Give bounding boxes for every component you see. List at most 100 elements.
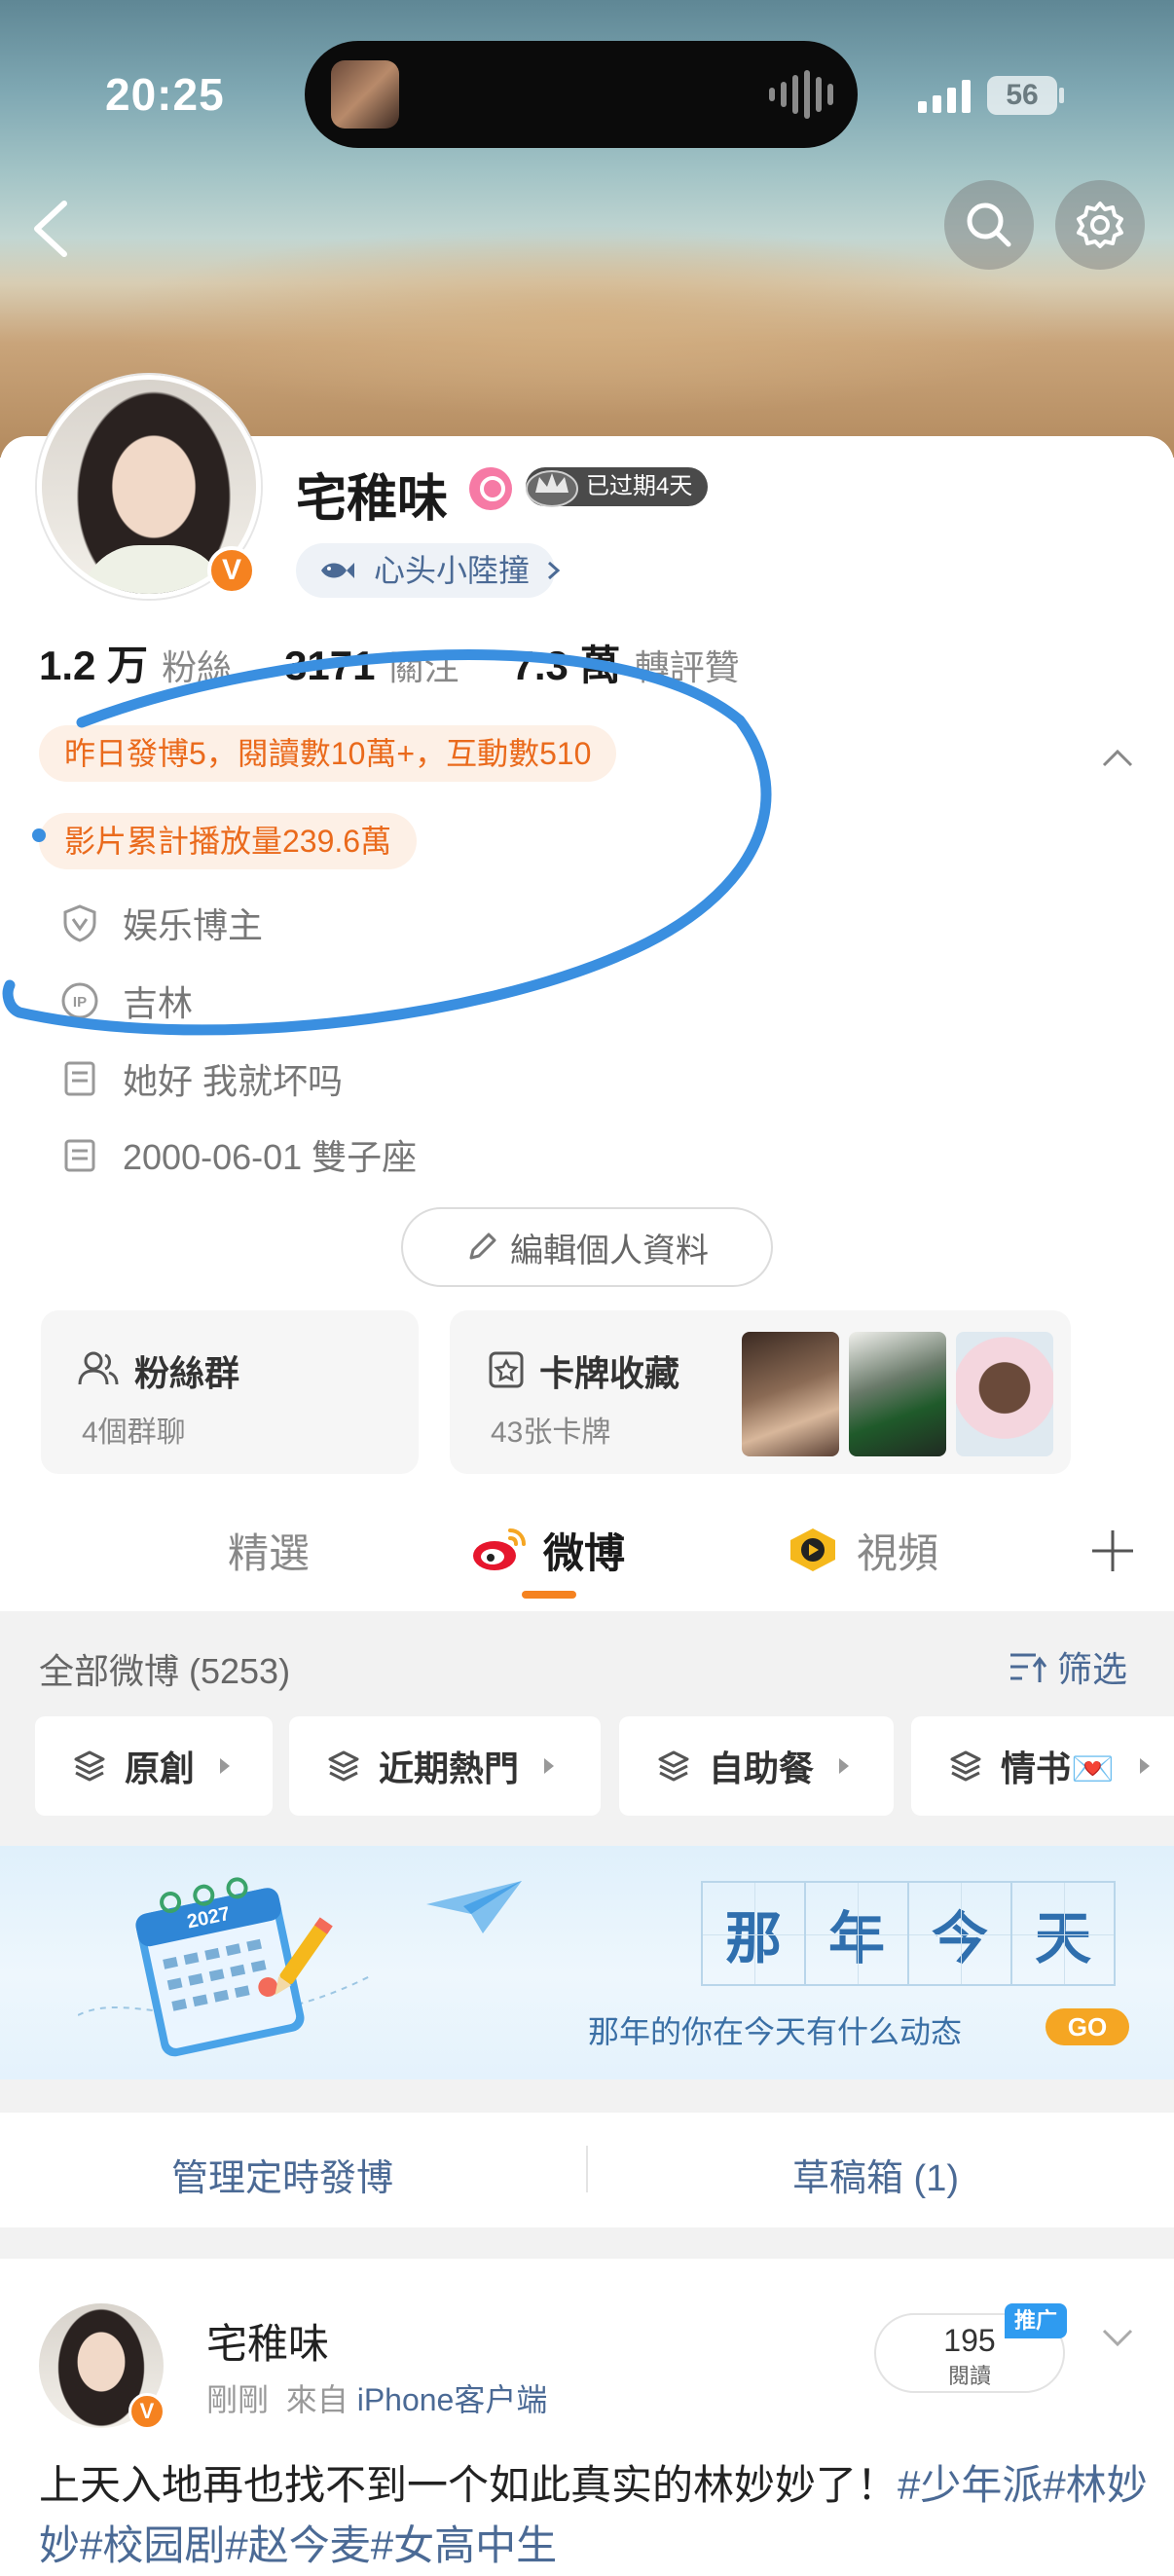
caret-right-icon	[544, 1758, 555, 1774]
post-source[interactable]: iPhone客户端	[357, 2382, 548, 2417]
fan-group-tile[interactable]: 粉絲群 4個群聊	[41, 1310, 419, 1474]
chip-original[interactable]: 原創	[35, 1716, 273, 1816]
video-plays-pill[interactable]: 影片累計播放量239.6萬	[39, 813, 418, 869]
all-posts-count: 全部微博 (5253)	[39, 1651, 291, 1691]
bio-text: 她好 我就坏吗	[123, 1061, 344, 1101]
post-author-name[interactable]: 宅稚味	[206, 2311, 329, 2371]
fish-icon	[321, 563, 354, 578]
battery-cap	[1059, 88, 1064, 103]
go-button[interactable]: GO	[1046, 2008, 1129, 2045]
caret-right-icon	[1139, 1758, 1150, 1774]
scheduled-posts-button[interactable]: 管理定時發博	[171, 2148, 393, 2201]
yesterday-stats-pill[interactable]: 昨日發博5，閱讀數10萬+，互動數510	[39, 725, 617, 782]
post-text[interactable]: 上天入地再也找不到一个如此真实的林妙妙了！#少年派#林妙妙#校园剧#赵今麦#女高…	[39, 2455, 1149, 2576]
settings-button[interactable]	[1055, 180, 1145, 270]
active-tab-indicator	[522, 1591, 576, 1599]
female-gender-icon	[469, 467, 512, 510]
title-char: 年	[804, 1881, 909, 1986]
back-button[interactable]	[21, 190, 80, 268]
post-source-prefix: 來自	[285, 2382, 349, 2417]
ip-location-row: IP 吉林	[60, 975, 193, 1026]
layers-icon	[950, 1750, 981, 1782]
calendar-illustration-icon: 2027	[78, 1877, 370, 2057]
title-char: 天	[1010, 1881, 1116, 1986]
video-channel-icon	[790, 1528, 835, 1571]
caret-right-icon	[220, 1758, 231, 1774]
battery-indicator: 56	[987, 76, 1057, 115]
filter-button[interactable]: 筛选	[1007, 1641, 1127, 1692]
fan-group-sub: 4個群聊	[82, 1417, 186, 1449]
chevron-down-icon[interactable]	[1098, 2317, 1137, 2356]
post-management-bar: 管理定時發博 草稿箱 (1)	[0, 2113, 1174, 2227]
chip-label: 情书💌	[1001, 1748, 1115, 1788]
document-icon	[64, 1061, 95, 1096]
collected-card-image[interactable]	[956, 1332, 1053, 1456]
cellular-signal-icon	[918, 78, 971, 113]
verified-badge-icon: V	[128, 2393, 165, 2430]
plus-icon[interactable]	[1088, 1527, 1137, 1575]
on-this-day-title: 那 年 今 天	[701, 1881, 1116, 1986]
chip-label: 原創	[125, 1748, 196, 1788]
edit-profile-label: 編輯個人資料	[510, 1232, 709, 1270]
profile-tabs: 精選 微博 視頻	[0, 1499, 1174, 1606]
profile-nickname: 宅稚味	[296, 471, 449, 528]
profile-stats: 1.2 万 粉絲 3171 關注 7.3 萬 轉評贊	[39, 633, 779, 692]
chevron-up-icon[interactable]	[1098, 738, 1137, 777]
paper-plane-icon	[426, 1881, 522, 1933]
pencil-icon	[469, 1233, 496, 1260]
followers-label[interactable]: 粉絲	[162, 640, 232, 690]
layers-icon	[328, 1750, 359, 1782]
chip-buffet[interactable]: 自助餐	[619, 1716, 894, 1816]
layers-icon	[658, 1750, 689, 1782]
search-icon	[967, 202, 1011, 247]
category-row: 娱乐博主	[60, 898, 263, 948]
tab-videos[interactable]: 視頻	[857, 1521, 938, 1580]
audio-wave-icon	[769, 68, 833, 121]
card-collection-title: 卡牌收藏	[539, 1353, 680, 1393]
verified-shield-icon	[63, 904, 96, 942]
promote-badge[interactable]: 推广	[1005, 2303, 1067, 2338]
chip-love-letter[interactable]: 情书💌	[911, 1716, 1174, 1816]
post-text-main: 上天入地再也找不到一个如此真实的林妙妙了！	[39, 2462, 899, 2508]
layers-icon	[74, 1750, 105, 1782]
drafts-button[interactable]: 草稿箱 (1)	[792, 2148, 959, 2201]
followers-count[interactable]: 1.2 万	[39, 633, 148, 692]
avatar-shirt	[81, 545, 227, 594]
filter-label: 筛选	[1057, 1649, 1128, 1689]
chip-label: 近期熱門	[379, 1748, 520, 1788]
chevron-left-icon	[34, 201, 67, 257]
search-button[interactable]	[944, 180, 1034, 270]
ip-icon: IP	[61, 982, 98, 1019]
post-meta: 剛剛 來自 iPhone客户端	[206, 2375, 547, 2420]
post-time: 剛剛	[206, 2382, 270, 2417]
read-count-label: 閱讀	[947, 2364, 991, 2388]
chevron-right-icon	[548, 561, 561, 580]
birthday-text: 2000-06-01 雙子座	[123, 1137, 418, 1177]
ip-location-text: 吉林	[123, 983, 194, 1023]
following-label[interactable]: 關注	[389, 640, 459, 690]
gear-icon	[1077, 202, 1123, 248]
svg-text:IP: IP	[73, 994, 87, 1011]
engagement-label[interactable]: 轉評贊	[635, 640, 740, 690]
following-count[interactable]: 3171	[284, 643, 375, 689]
now-playing-thumbnail[interactable]	[331, 60, 399, 129]
collected-card-image[interactable]	[849, 1332, 946, 1456]
calendar-icon	[64, 1139, 95, 1172]
weibo-logo-icon	[473, 1528, 526, 1570]
card-collection-sub: 43张卡牌	[491, 1417, 611, 1449]
chip-recent-hot[interactable]: 近期熱門	[289, 1716, 601, 1816]
bio-row: 她好 我就坏吗	[60, 1053, 343, 1104]
tab-weibo[interactable]: 微博	[543, 1521, 625, 1580]
edit-profile-button[interactable]: 編輯個人資料	[401, 1207, 773, 1287]
fan-group-title: 粉絲群	[134, 1353, 240, 1393]
category-text: 娱乐博主	[123, 905, 264, 945]
group-users-icon	[78, 1351, 119, 1385]
on-this-day-subtitle: 那年的你在今天有什么动态	[588, 2013, 963, 2050]
collected-card-image[interactable]	[742, 1332, 839, 1456]
chip-label: 自助餐	[709, 1748, 815, 1788]
card-collection-icon	[489, 1351, 524, 1388]
tab-featured[interactable]: 精選	[228, 1521, 310, 1580]
title-char: 那	[701, 1881, 806, 1986]
birthday-row: 2000-06-01 雙子座	[60, 1129, 417, 1180]
engagement-count[interactable]: 7.3 萬	[512, 633, 621, 692]
